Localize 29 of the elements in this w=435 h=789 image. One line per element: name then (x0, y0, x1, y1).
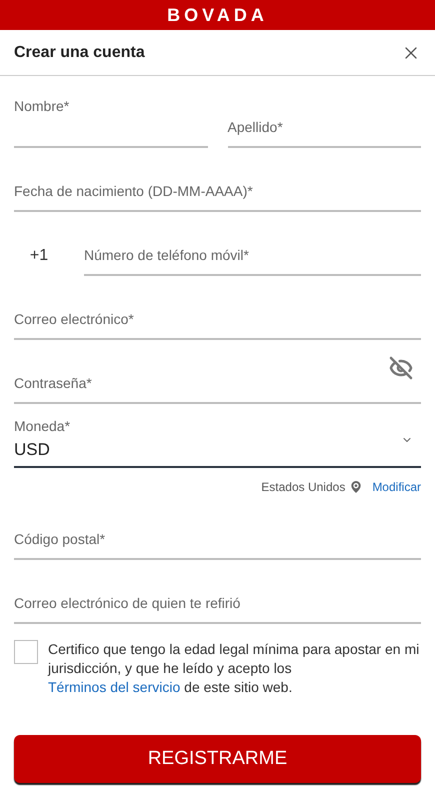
checkbox[interactable] (14, 640, 38, 664)
register-button[interactable]: REGISTRARME (14, 735, 421, 783)
field-label: Número de teléfono móvil* (84, 246, 249, 265)
input-field[interactable]: Correo electrónico* (14, 276, 421, 340)
field-label: Moneda* (14, 416, 70, 436)
dialog-title: Crear una cuenta (14, 42, 145, 62)
input-field[interactable]: Nombre* (14, 84, 208, 148)
input-field[interactable]: Apellido* (228, 84, 421, 148)
field-label: Contraseña* (14, 374, 92, 393)
input-field[interactable]: Número de teléfono móvil* (84, 212, 421, 276)
field-label: Correo electrónico* (14, 310, 134, 329)
field-value: USD (14, 438, 51, 460)
select-field[interactable]: Moneda* USD (14, 404, 421, 468)
country-name: Estados Unidos (261, 479, 346, 496)
input-field[interactable]: Contraseña* (14, 340, 421, 404)
modify-link[interactable]: Modificar (372, 478, 421, 496)
input-field[interactable]: Correo electrónico de quien te refirió (14, 560, 421, 624)
input-field[interactable]: Fecha de nacimiento (DD-MM-AAAA)* (14, 148, 421, 212)
field-label: Nombre* (14, 97, 70, 116)
eye-off-icon[interactable] (389, 356, 413, 380)
field-label: Código postal* (14, 530, 106, 549)
country-code: +1 (28, 246, 50, 266)
field-label: Apellido* (228, 118, 283, 137)
terms-link[interactable]: Términos del servicio (48, 679, 180, 695)
terms-text: Certifico que tengo la edad legal mínima para apostar en mi jurisdicción, y que he leído y acepto los Términos del servicio de este sitio web. (48, 640, 420, 697)
input-field[interactable]: Código postal* (14, 496, 421, 560)
field-label: Correo electrónico de quien te refirió (14, 594, 240, 613)
brand-logo: BOVADA (167, 4, 268, 26)
field-label: Fecha de nacimiento (DD-MM-AAAA)* (14, 182, 253, 201)
